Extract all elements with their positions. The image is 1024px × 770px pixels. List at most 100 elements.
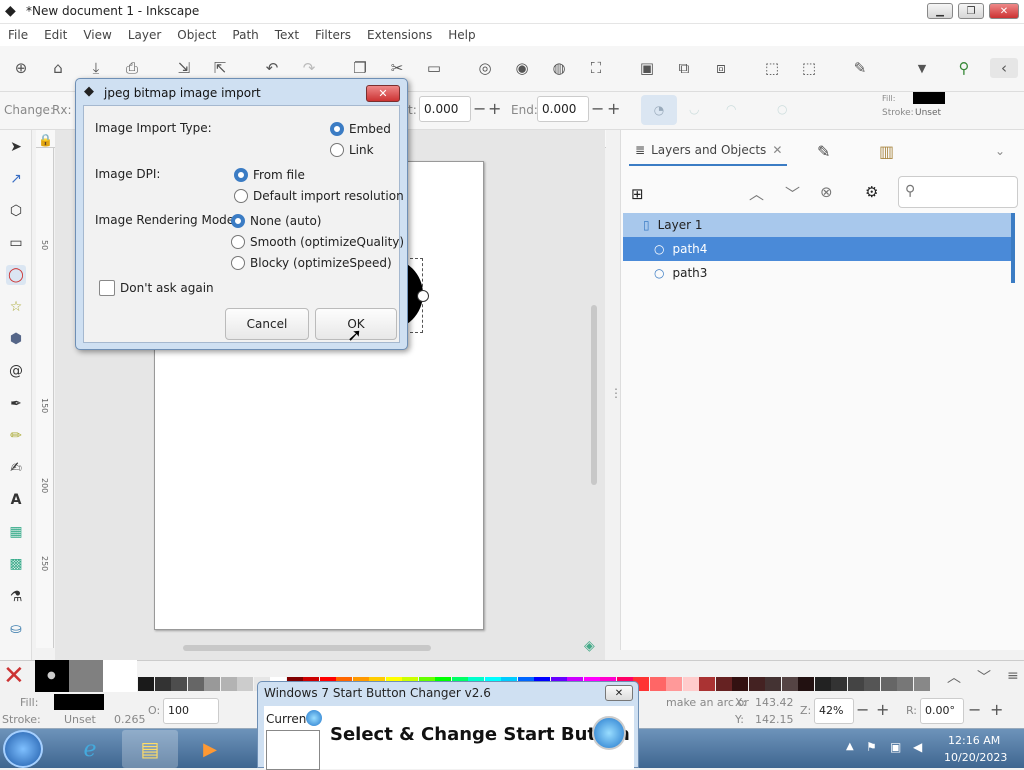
selector-tool-icon[interactable]: ➤ <box>6 137 26 157</box>
w7-close-button[interactable]: ✕ <box>605 685 633 701</box>
pencil-tool-icon[interactable]: ✏ <box>6 426 26 446</box>
palette-swatch[interactable] <box>748 677 765 691</box>
tray-volume-icon[interactable]: ◀ <box>913 740 922 754</box>
zoom-minus-icon[interactable]: − <box>856 700 869 719</box>
palette-swatch[interactable] <box>864 677 880 691</box>
end-angle-field[interactable]: 0.000 <box>537 96 589 122</box>
calligraphy-tool-icon[interactable]: ✍ <box>6 458 26 478</box>
blocky-radio[interactable] <box>231 256 245 270</box>
tray-chevron-icon[interactable]: ▲ <box>846 741 854 752</box>
minimize-button[interactable]: ▁ <box>927 3 953 19</box>
palette-swatch[interactable] <box>204 677 220 691</box>
zoom-plus-icon[interactable]: + <box>876 700 889 719</box>
search-input[interactable]: ⚲ <box>898 176 1018 208</box>
object-row[interactable]: ○ path3 <box>623 261 1013 285</box>
palette-swatch[interactable] <box>649 677 666 691</box>
horizontal-scrollbar[interactable] <box>183 645 431 651</box>
spiral-tool-icon[interactable]: @ <box>6 361 26 381</box>
pen-tool-icon[interactable]: ✒ <box>6 394 26 414</box>
star-tool-icon[interactable]: ☆ <box>6 297 26 317</box>
gradient-tool-icon[interactable]: ▦ <box>6 522 26 542</box>
palette-swatch[interactable] <box>913 677 930 691</box>
zoom-drawing-icon[interactable]: ◉ <box>511 58 533 78</box>
ellipse-tool-icon[interactable]: ◯ <box>6 265 26 285</box>
start-minus-icon[interactable]: − <box>473 99 486 118</box>
fill-swatch[interactable] <box>913 92 945 104</box>
palette-swatch[interactable] <box>847 677 864 691</box>
clock-time[interactable]: 12:16 AM <box>948 734 1000 747</box>
from-file-radio[interactable] <box>234 168 248 182</box>
menu-layer[interactable]: Layer <box>120 28 169 42</box>
palette-swatch[interactable] <box>187 677 204 691</box>
group-icon[interactable]: ⬚ <box>761 58 783 78</box>
swatch-black[interactable]: ● <box>35 660 69 692</box>
palette-swatch[interactable] <box>831 677 847 691</box>
palette-swatch[interactable] <box>138 677 154 691</box>
tab-layers[interactable]: ≣ Layers and Objects ✕ <box>629 136 787 166</box>
palette-swatch[interactable] <box>781 677 798 691</box>
redo-icon[interactable]: ↷ <box>298 58 320 78</box>
node-tool-icon[interactable]: ↗ <box>6 169 26 189</box>
arc-slice-icon[interactable]: ◔ <box>641 95 677 125</box>
panel-scrollbar[interactable] <box>1011 213 1015 283</box>
object-row-selected[interactable]: ○ path4 <box>623 237 1013 261</box>
palette-up-icon[interactable]: ︿ <box>947 667 961 687</box>
palette-swatch[interactable] <box>765 677 781 691</box>
maximize-button[interactable]: ❐ <box>958 3 984 19</box>
tray-network-icon[interactable]: ▣ <box>890 740 901 754</box>
media-player-icon[interactable]: ▶ <box>182 730 238 768</box>
open-icon[interactable]: ⌂ <box>47 58 69 78</box>
mesh-tool-icon[interactable]: ▩ <box>6 554 26 574</box>
select-change-heading[interactable]: Select & Change Start Button <box>330 724 630 745</box>
none-auto-label[interactable]: None (auto) <box>250 214 322 228</box>
zoom-width-icon[interactable]: ⛶ <box>585 58 607 78</box>
from-file-label[interactable]: From file <box>253 168 305 182</box>
paint-bucket-icon[interactable]: ⛀ <box>6 619 26 639</box>
close-button[interactable]: ✕ <box>989 3 1019 19</box>
no-paint-icon[interactable]: ✕ <box>3 662 25 690</box>
zoom-selection-icon[interactable]: ◎ <box>474 58 496 78</box>
palette-swatch[interactable] <box>154 677 171 691</box>
palette-swatch[interactable] <box>171 677 187 691</box>
zoom-field[interactable]: 42% <box>814 698 854 724</box>
print-icon[interactable]: ⎙ <box>121 58 143 78</box>
menu-object[interactable]: Object <box>169 28 224 42</box>
menu-help[interactable]: Help <box>440 28 483 42</box>
menu-path[interactable]: Path <box>224 28 266 42</box>
default-resolution-radio[interactable] <box>234 189 248 203</box>
layer-row[interactable]: ▯ Layer 1 <box>623 213 1013 237</box>
status-fill-swatch[interactable] <box>54 694 104 710</box>
menu-text[interactable]: Text <box>267 28 307 42</box>
menu-edit[interactable]: Edit <box>36 28 75 42</box>
blocky-label[interactable]: Blocky (optimizeSpeed) <box>250 256 392 270</box>
remove-icon[interactable]: ⊗ <box>820 183 833 201</box>
palette-swatch[interactable] <box>237 677 253 691</box>
swatch-white[interactable] <box>103 660 137 692</box>
tray-flag-icon[interactable]: ⚑ <box>866 740 877 754</box>
explorer-icon[interactable]: ▤ <box>122 730 178 768</box>
copy-icon[interactable]: ❐ <box>349 58 371 78</box>
menu-file[interactable]: File <box>0 28 36 42</box>
add-layer-icon[interactable]: ⊞ <box>631 185 644 203</box>
palette-swatch[interactable] <box>715 677 732 691</box>
palette-swatch[interactable] <box>798 677 814 691</box>
arc-chord-icon[interactable]: ◠ <box>726 102 736 116</box>
palette-menu-icon[interactable]: ≡ <box>1007 668 1019 684</box>
vertical-scrollbar[interactable] <box>591 305 597 485</box>
chevron-left-icon[interactable]: ‹ <box>990 58 1018 78</box>
menu-view[interactable]: View <box>75 28 119 42</box>
rotation-field[interactable]: 0.00° <box>920 698 964 724</box>
import-icon[interactable]: ⤓ <box>85 58 107 78</box>
ellipse-handle[interactable] <box>417 290 429 302</box>
end-minus-icon[interactable]: − <box>591 99 604 118</box>
undo-icon[interactable]: ↶ <box>261 58 283 78</box>
dont-ask-label[interactable]: Don't ask again <box>120 281 214 295</box>
import-doc-icon[interactable]: ⇲ <box>173 58 195 78</box>
palette-down-icon[interactable]: ﹀ <box>977 667 991 687</box>
unlink-clone-icon[interactable]: ⧈ <box>710 58 732 78</box>
menu-extensions[interactable]: Extensions <box>359 28 440 42</box>
smooth-radio[interactable] <box>231 235 245 249</box>
opacity-field[interactable]: 100 <box>163 698 219 724</box>
start-plus-icon[interactable]: + <box>488 99 501 118</box>
embed-radio[interactable] <box>330 122 344 136</box>
